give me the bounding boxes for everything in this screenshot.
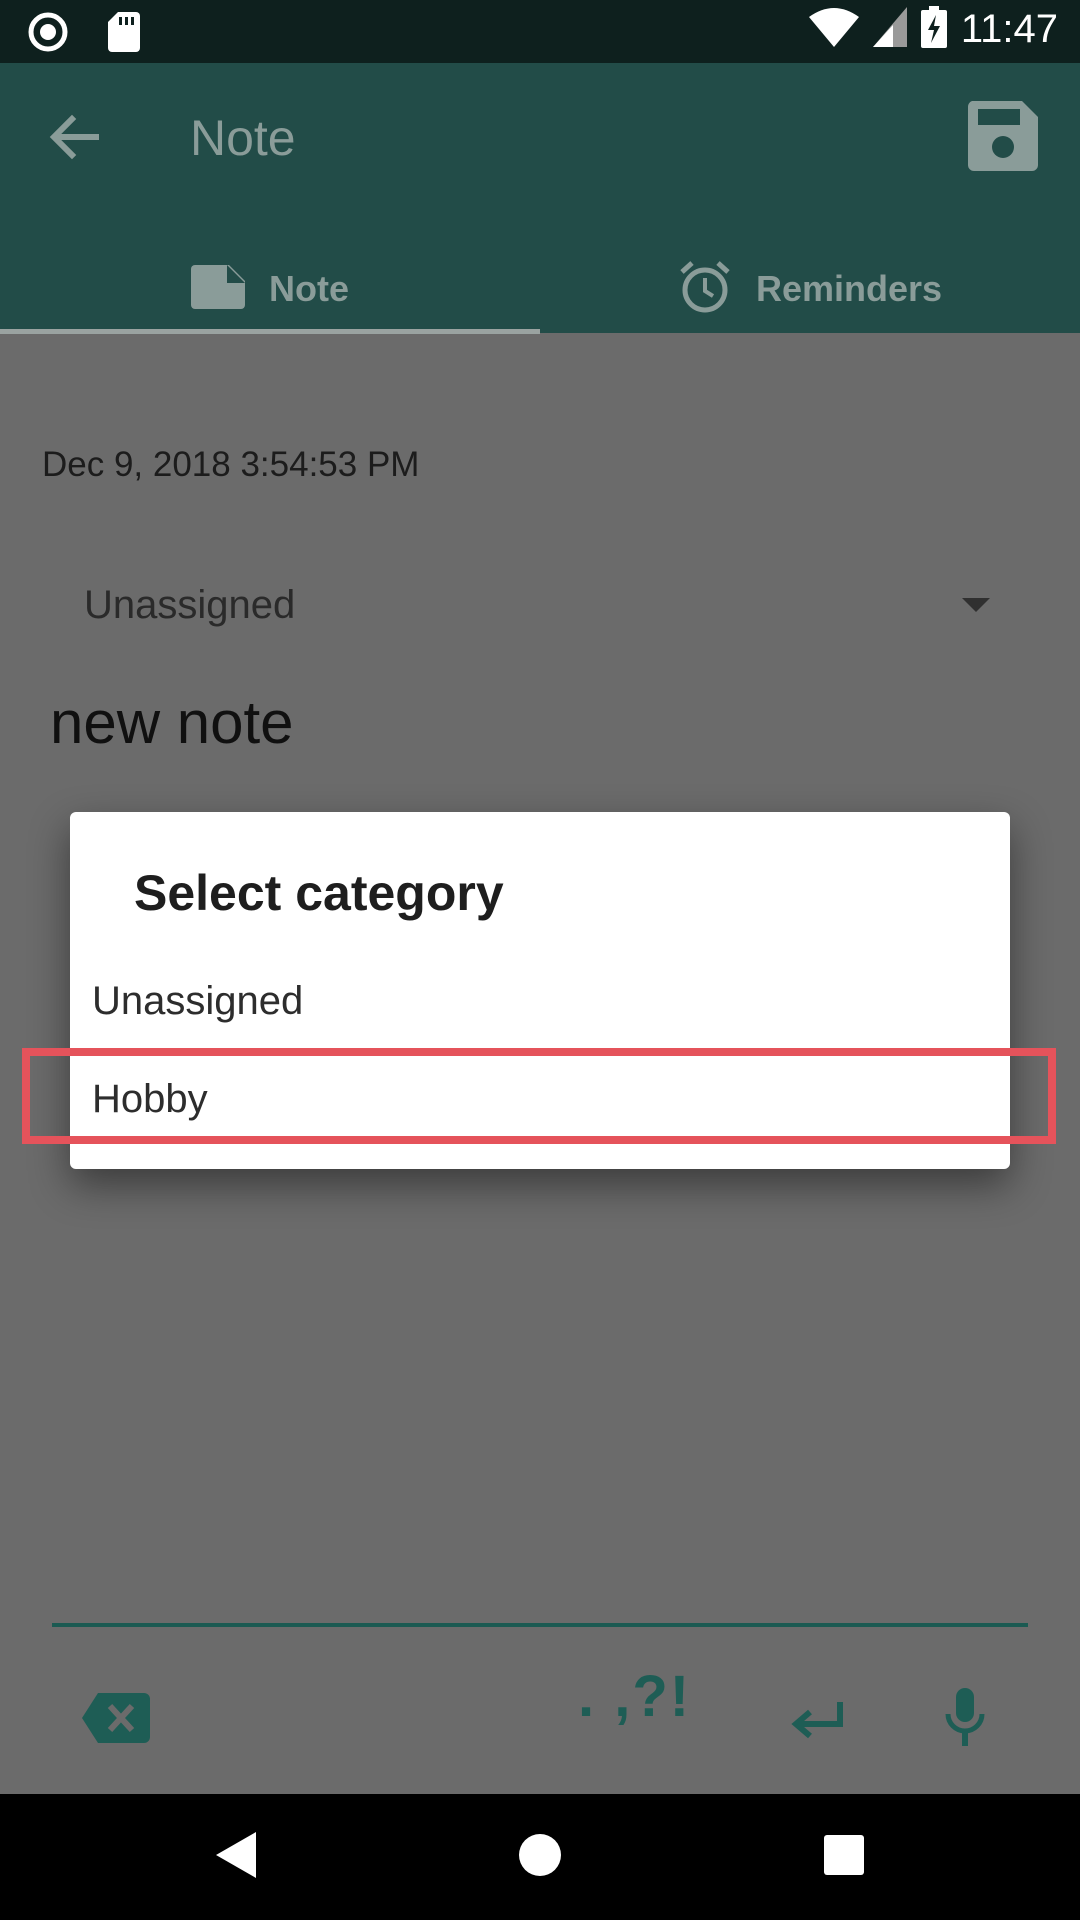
note-date: Dec 9, 2018 3:54:53 PM — [42, 445, 420, 484]
enter-icon — [790, 1702, 844, 1744]
enter-button[interactable] — [790, 1700, 844, 1740]
backspace-button[interactable] — [82, 1693, 150, 1743]
status-bar: 11:47 — [0, 0, 1080, 63]
back-triangle-icon — [216, 1831, 256, 1883]
category-spinner[interactable]: Unassigned — [84, 583, 295, 628]
dialog-title: Select category — [134, 865, 504, 921]
home-circle-icon — [518, 1833, 562, 1882]
save-icon — [966, 101, 1040, 177]
tab-reminders[interactable]: Reminders — [540, 245, 1080, 333]
backspace-icon — [82, 1693, 150, 1747]
nav-back-button[interactable] — [176, 1794, 296, 1920]
signal-icon — [872, 7, 907, 52]
recents-square-icon — [824, 1834, 864, 1880]
status-time: 11:47 — [960, 7, 1058, 51]
tab-note-label: Note — [269, 268, 349, 309]
note-icon — [191, 264, 245, 314]
alarm-clock-icon — [678, 260, 732, 319]
tab-reminders-label: Reminders — [755, 268, 943, 309]
battery-charging-icon — [920, 6, 947, 53]
sd-card-icon — [108, 12, 140, 57]
navigation-bar — [0, 1794, 1080, 1920]
save-button[interactable] — [966, 99, 1040, 173]
tab-note[interactable]: Note — [0, 245, 540, 333]
app-bar: Note Note Reminders — [0, 63, 1080, 334]
punctuation-button[interactable]: . ,?! — [578, 1663, 691, 1730]
nav-recents-button[interactable] — [784, 1794, 904, 1920]
nav-home-button[interactable] — [480, 1794, 600, 1920]
editor-underline — [52, 1623, 1028, 1627]
option-unassigned[interactable]: Unassigned — [70, 952, 1010, 1050]
back-button[interactable] — [44, 107, 104, 167]
note-screen: Note Note Reminders Dec 9, 2018 3:54:53 … — [0, 63, 1080, 1794]
arrow-back-icon — [44, 114, 104, 171]
dropdown-arrow-icon — [962, 598, 990, 612]
wifi-icon — [808, 7, 859, 52]
note-title-field[interactable]: new note — [50, 688, 294, 757]
microphone-button[interactable] — [944, 1688, 986, 1748]
microphone-icon — [944, 1688, 986, 1752]
page-title: Note — [190, 110, 296, 166]
record-icon — [28, 12, 68, 57]
highlight-box — [22, 1048, 1056, 1144]
